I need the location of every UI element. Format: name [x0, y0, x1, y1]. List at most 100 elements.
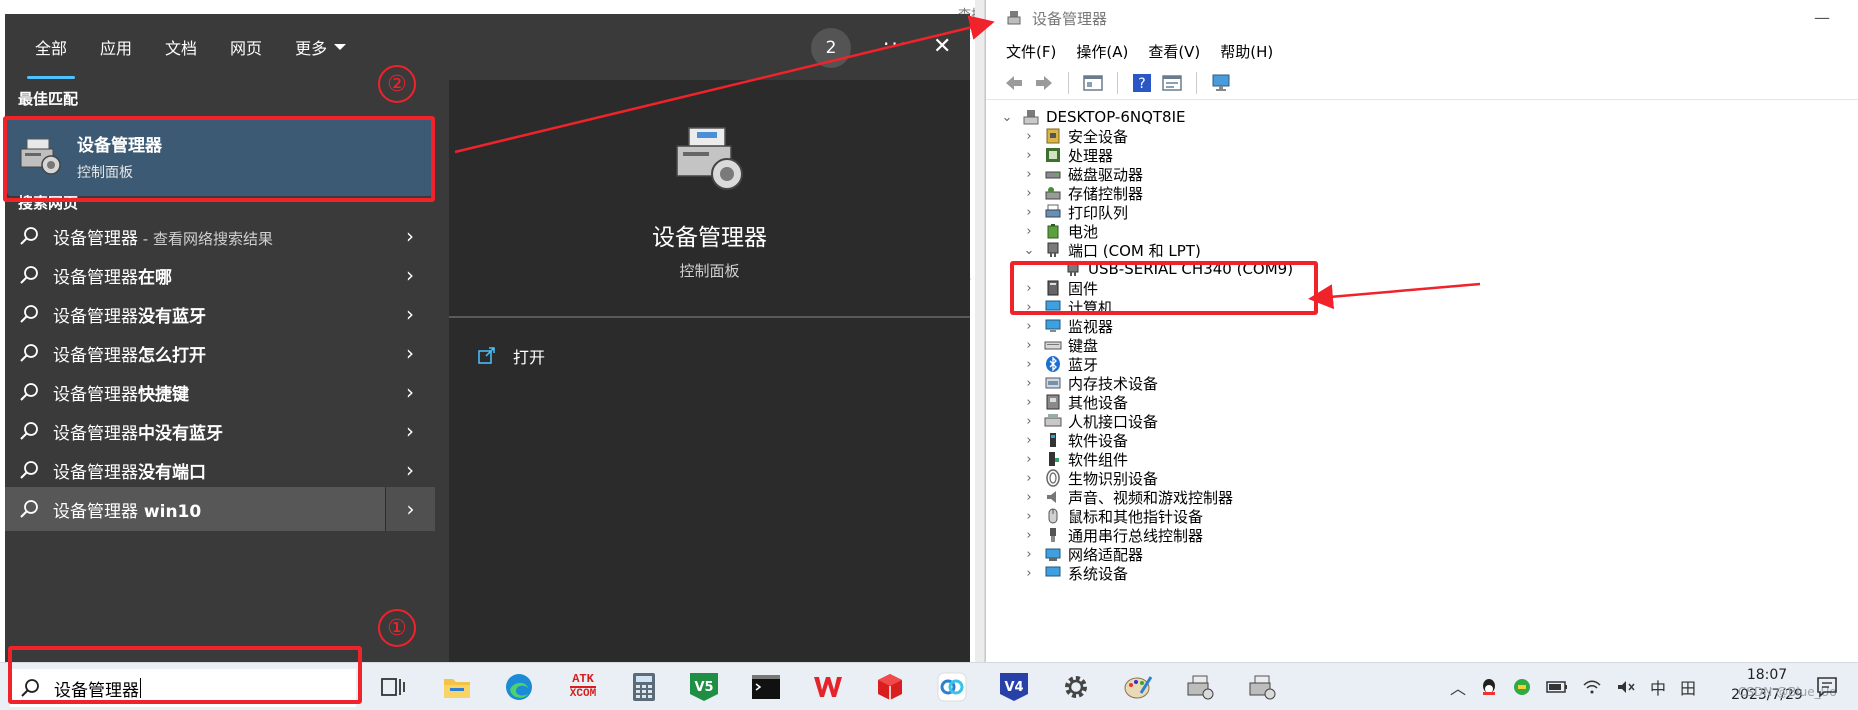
open-action[interactable]: 打开	[477, 344, 545, 368]
chevron-right-icon[interactable]: ›	[1022, 186, 1036, 201]
chevron-right-icon[interactable]: ›	[1022, 547, 1036, 562]
device-manager-icon-2[interactable]	[1246, 671, 1278, 703]
network-adapter-icon	[1044, 545, 1062, 563]
chevron-right-icon[interactable]: ›	[1022, 471, 1036, 486]
processor-icon	[1044, 146, 1062, 164]
wps-icon[interactable]	[812, 671, 844, 703]
chevron-right-icon[interactable]: ›	[1022, 224, 1036, 239]
chevron-right-icon[interactable]: ›	[1022, 433, 1036, 448]
menu-view[interactable]: 查看(V)	[1148, 41, 1200, 62]
forward-arrow-icon[interactable]	[1032, 71, 1056, 95]
v5-app-icon[interactable]: V5	[688, 671, 720, 703]
web-suggestion[interactable]: 设备管理器快捷键 ›	[5, 370, 435, 414]
qq-icon[interactable]	[1480, 677, 1498, 697]
ime-indicator[interactable]: 中	[1650, 675, 1666, 699]
suggestion-query: 设备管理器	[53, 384, 138, 405]
menu-file[interactable]: 文件(F)	[1006, 41, 1056, 62]
minimize-button[interactable]: —	[1814, 8, 1830, 27]
volume-muted-icon[interactable]	[1616, 679, 1636, 695]
show-hidden-icon[interactable]	[1160, 71, 1184, 95]
back-arrow-icon[interactable]	[1002, 71, 1026, 95]
close-icon[interactable]: ✕	[933, 34, 951, 59]
red-cube-icon[interactable]	[874, 671, 906, 703]
green-app-icon[interactable]	[1512, 677, 1532, 697]
rewards-badge[interactable]: 2	[811, 28, 851, 68]
tab-more[interactable]: 更多	[295, 35, 347, 59]
chevron-right-icon[interactable]: ›	[1022, 338, 1036, 353]
file-explorer-icon[interactable]	[441, 671, 473, 703]
wifi-icon[interactable]	[1582, 679, 1602, 695]
menu-help[interactable]: 帮助(H)	[1220, 41, 1273, 62]
tab-web[interactable]: 网页	[230, 35, 262, 59]
tree-item-label: 系统设备	[1068, 564, 1129, 583]
memory-device-icon	[1044, 374, 1062, 392]
chevron-right-icon[interactable]: ›	[1022, 319, 1036, 334]
chevron-right-icon[interactable]: ›	[1022, 490, 1036, 505]
annotation-step-1: ①	[378, 609, 416, 647]
device-manager-icon[interactable]	[1184, 671, 1216, 703]
help-icon[interactable]: ?	[1130, 71, 1154, 95]
chevron-right-icon[interactable]: ›	[385, 419, 435, 443]
web-suggestion[interactable]: 设备管理器在哪 ›	[5, 253, 435, 297]
chevron-up-icon[interactable]: ︿	[1450, 675, 1466, 699]
baidu-netdisk-icon[interactable]	[936, 671, 968, 703]
best-match-header: 最佳匹配	[18, 90, 79, 108]
monitor-icon[interactable]	[1209, 71, 1233, 95]
chevron-right-icon[interactable]: ›	[1022, 395, 1036, 410]
chevron-down-icon[interactable]: ⌄	[1022, 243, 1036, 258]
web-suggestion-highlighted[interactable]: 设备管理器 win10 ›	[5, 487, 435, 531]
tab-documents[interactable]: 文档	[165, 35, 197, 59]
chevron-right-icon[interactable]: ›	[1022, 357, 1036, 372]
svg-text:?: ?	[1138, 76, 1145, 92]
web-suggestion[interactable]: 设备管理器怎么打开 ›	[5, 331, 435, 375]
paint-icon[interactable]	[1122, 671, 1154, 703]
chevron-right-icon[interactable]: ›	[385, 302, 435, 326]
chevron-right-icon[interactable]: ›	[385, 458, 435, 482]
chevron-right-icon[interactable]: ›	[1022, 566, 1036, 581]
chevron-right-icon[interactable]: ›	[1022, 167, 1036, 182]
port-icon	[1044, 241, 1062, 259]
device-manager-title-icon	[1007, 11, 1021, 25]
chevron-right-icon[interactable]: ›	[385, 380, 435, 404]
chevron-right-icon[interactable]: ›	[385, 341, 435, 365]
ellipsis-icon[interactable]: ···	[883, 32, 908, 56]
web-suggestion[interactable]: 设备管理器没有端口 ›	[5, 448, 435, 492]
suggestion-suffix: 中没有蓝牙	[138, 423, 223, 444]
calculator-icon[interactable]	[628, 671, 660, 703]
atk-xcom-icon[interactable]: ATK XCOM	[565, 671, 601, 703]
chevron-right-icon[interactable]: ›	[385, 487, 435, 531]
tree-item-system[interactable]: › 系统设备	[1022, 562, 1128, 584]
web-suggestion[interactable]: 设备管理器没有蓝牙 ›	[5, 292, 435, 336]
task-view-icon[interactable]	[378, 671, 410, 703]
tab-all[interactable]: 全部	[26, 35, 76, 79]
chevron-right-icon[interactable]: ›	[1022, 376, 1036, 391]
v4-app-icon[interactable]: V4	[998, 671, 1030, 703]
web-suggestion[interactable]: 设备管理器 - 查看网络搜索结果 ›	[5, 214, 435, 258]
toolbar-separator	[1117, 71, 1118, 94]
battery-icon[interactable]	[1546, 680, 1568, 694]
toolbar: ?	[986, 66, 1858, 100]
chevron-right-icon[interactable]: ›	[1022, 509, 1036, 524]
edge-icon[interactable]	[503, 671, 535, 703]
chevron-right-icon[interactable]: ›	[385, 263, 435, 287]
settings-icon[interactable]	[1060, 671, 1092, 703]
chevron-right-icon[interactable]: ›	[1022, 528, 1036, 543]
web-suggestion[interactable]: 设备管理器中没有蓝牙 ›	[5, 409, 435, 453]
software-device-icon	[1044, 431, 1062, 449]
menu-action[interactable]: 操作(A)	[1076, 41, 1128, 62]
chevron-right-icon[interactable]: ›	[1022, 129, 1036, 144]
chevron-right-icon[interactable]: ›	[1022, 205, 1036, 220]
terminal-icon[interactable]	[750, 671, 782, 703]
chevron-right-icon[interactable]: ›	[1022, 452, 1036, 467]
tab-apps[interactable]: 应用	[100, 35, 132, 59]
keyboard-layout-icon[interactable]: 田	[1680, 675, 1696, 699]
properties-icon[interactable]	[1081, 71, 1105, 95]
chevron-right-icon[interactable]: ›	[1022, 148, 1036, 163]
chevron-right-icon[interactable]: ›	[385, 224, 435, 248]
search-icon	[20, 344, 38, 362]
notification-icon[interactable]	[1815, 675, 1839, 699]
chevron-right-icon[interactable]: ›	[1022, 414, 1036, 429]
window-title: 设备管理器	[1032, 9, 1108, 28]
atk-label-top: ATK	[572, 672, 594, 686]
chevron-down-icon[interactable]: ⌄	[1000, 110, 1014, 125]
